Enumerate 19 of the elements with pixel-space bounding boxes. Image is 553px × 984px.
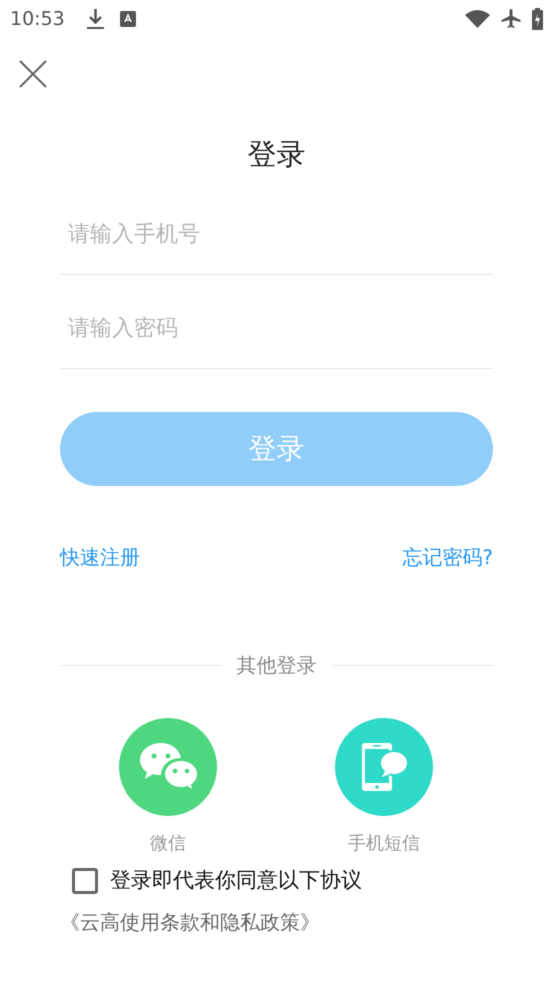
login-option-label: 手机短信 [348, 832, 420, 856]
page-title: 登录 [246, 136, 306, 173]
download-icon [86, 8, 104, 30]
wifi-icon [465, 9, 490, 29]
register-link[interactable]: 快速注册 [60, 542, 140, 572]
close-icon [18, 59, 48, 89]
other-login-label: 其他登录 [236, 652, 316, 679]
agreement-text: 登录即代表你同意以下协议 [110, 867, 362, 894]
airplane-icon [500, 8, 522, 30]
terms-link[interactable]: 《云高使用条款和隐私政策》 [60, 906, 553, 936]
status-time: 10:53 [10, 6, 65, 32]
password-field[interactable]: 请输入密码 [60, 296, 493, 360]
battery-icon [532, 8, 543, 30]
login-option-label: 微信 [150, 832, 186, 856]
forgot-password-link[interactable]: 忘记密码? [402, 542, 493, 572]
phone-message-icon [359, 742, 409, 792]
keyboard-icon [120, 11, 136, 27]
agreement-checkbox[interactable] [72, 868, 98, 894]
phone-field[interactable]: 请输入手机号 [60, 202, 493, 266]
